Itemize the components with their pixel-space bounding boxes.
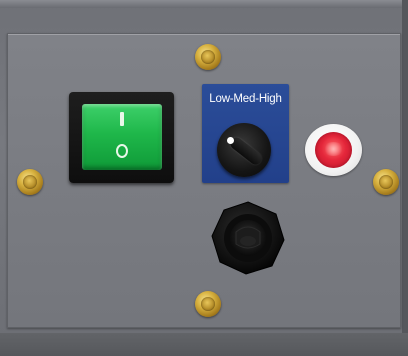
- device-photo: Low-Med-High: [0, 0, 408, 356]
- on-symbol-icon: [120, 112, 124, 126]
- screw-icon: [373, 169, 399, 195]
- enclosure-top-edge: [0, 0, 408, 8]
- enclosure-right-edge: [402, 0, 408, 356]
- enclosure-bottom-edge: [0, 333, 408, 356]
- screw-icon: [17, 169, 43, 195]
- screw-icon: [195, 44, 221, 70]
- fuse-holder-icon: [211, 201, 285, 275]
- fuse-holder[interactable]: [210, 200, 286, 276]
- off-symbol-icon: [116, 144, 128, 158]
- speed-selector-knob[interactable]: [217, 123, 271, 177]
- indicator-lamp-lens-icon: [315, 132, 352, 168]
- knob-position-indicator-icon: [227, 137, 234, 144]
- power-rocker-switch[interactable]: [82, 104, 162, 170]
- speed-selector-label: Low-Med-High: [209, 93, 282, 105]
- indicator-lamp: [305, 124, 362, 176]
- screw-icon: [195, 291, 221, 317]
